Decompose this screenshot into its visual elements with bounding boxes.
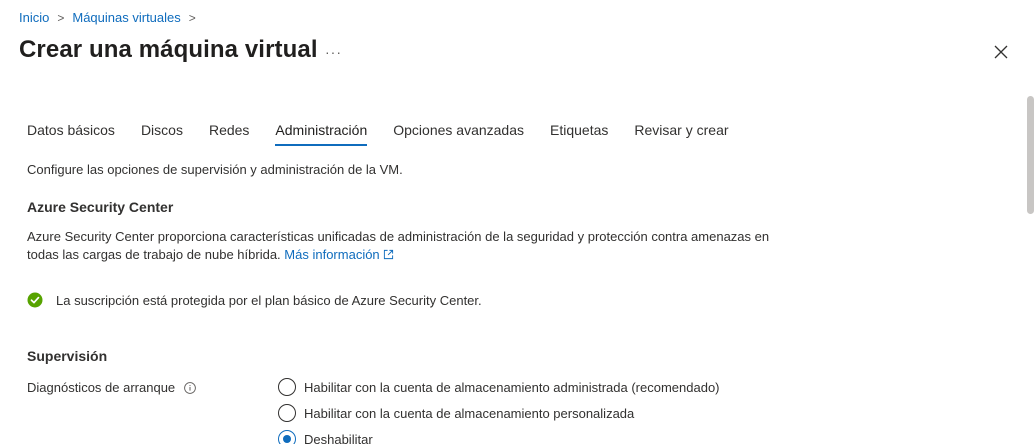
tab-opciones-avanzadas[interactable]: Opciones avanzadas [393,122,524,146]
boot-diagnostics-radio-group: Habilitar con la cuenta de almacenamient… [278,374,720,444]
close-icon[interactable] [993,44,1009,60]
breadcrumb-home-link[interactable]: Inicio [19,10,49,25]
security-center-description-text: Azure Security Center proporciona caract… [27,229,770,262]
breadcrumb-separator: > [188,10,196,25]
radio-label: Habilitar con la cuenta de almacenamient… [304,405,635,421]
radio-circle[interactable] [278,378,296,396]
tab-administracion[interactable]: Administración [275,122,368,146]
scrollbar-thumb[interactable] [1027,96,1034,214]
security-center-description: Azure Security Center proporciona caract… [27,228,787,264]
info-icon[interactable] [184,381,197,394]
intro-text: Configure las opciones de supervisión y … [27,162,403,177]
tab-etiquetas[interactable]: Etiquetas [550,122,608,146]
breadcrumb-vms-link[interactable]: Máquinas virtuales [72,10,180,25]
radio-circle-selected[interactable] [278,430,296,444]
tab-discos[interactable]: Discos [141,122,183,146]
radio-circle[interactable] [278,404,296,422]
page-title: Crear una máquina virtual [19,36,318,63]
security-status: La suscripción está protegida por el pla… [27,292,482,308]
tab-revisar-y-crear[interactable]: Revisar y crear [634,122,728,146]
check-circle-icon [27,292,43,308]
tab-redes[interactable]: Redes [209,122,249,146]
radio-disable[interactable]: Deshabilitar [278,426,720,444]
learn-more-link[interactable]: Más información [284,247,393,262]
tab-datos-basicos[interactable]: Datos básicos [27,122,115,146]
breadcrumb-separator: > [57,10,65,25]
monitoring-title: Supervisión [27,348,108,364]
radio-managed-storage[interactable]: Habilitar con la cuenta de almacenamient… [278,374,720,400]
radio-label: Deshabilitar [304,431,373,444]
breadcrumb: Inicio > Máquinas virtuales > [19,10,204,25]
radio-custom-storage[interactable]: Habilitar con la cuenta de almacenamient… [278,400,720,426]
radio-label: Habilitar con la cuenta de almacenamient… [304,379,720,395]
security-center-title: Azure Security Center [27,199,174,215]
tab-bar: Datos básicos Discos Redes Administració… [27,122,755,146]
boot-diagnostics-label: Diagnósticos de arranque [27,380,197,395]
more-options-button[interactable]: ··· [325,44,342,60]
learn-more-label: Más información [284,247,380,262]
boot-diagnostics-label-text: Diagnósticos de arranque [27,380,176,395]
security-status-text: La suscripción está protegida por el pla… [56,292,482,308]
external-link-icon [383,249,393,260]
